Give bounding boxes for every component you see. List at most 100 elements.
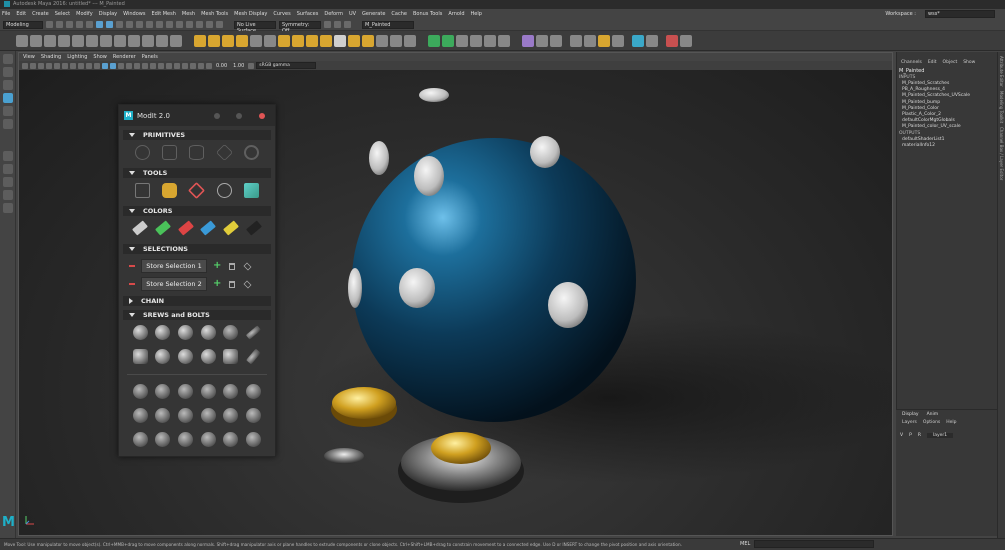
save-scene-icon[interactable] <box>66 21 73 28</box>
grid-icon[interactable] <box>54 62 60 69</box>
add-to-selection-1-icon[interactable]: + <box>213 261 221 271</box>
fastener-13-icon[interactable] <box>132 431 148 447</box>
shelf-bevel-icon[interactable] <box>306 34 318 47</box>
far-clip-value[interactable]: 1.00 <box>233 63 244 69</box>
remove-selection-2-icon[interactable] <box>129 283 135 285</box>
shelf-append-icon[interactable] <box>320 34 332 47</box>
viewport-menu-show[interactable]: Show <box>93 53 107 61</box>
history-icon[interactable] <box>186 21 193 28</box>
mirror-tool-icon[interactable] <box>188 181 206 199</box>
image-plane-icon[interactable] <box>46 62 52 69</box>
xray-components-icon[interactable] <box>206 62 212 69</box>
color-management-icon[interactable] <box>248 62 255 69</box>
sphere-icon[interactable] <box>135 144 151 160</box>
tools-section-header[interactable]: TOOLS <box>123 168 271 178</box>
color-yellow-swatch[interactable] <box>223 220 239 236</box>
symmetry-dropdown[interactable]: Symmetry: Off <box>279 20 321 34</box>
render-icon[interactable] <box>196 21 203 28</box>
mel-label[interactable]: MEL <box>740 541 750 547</box>
snap-live-icon[interactable] <box>176 21 183 28</box>
shelf-fill-hole-icon[interactable] <box>334 34 346 47</box>
menu-windows[interactable]: Windows <box>123 11 145 17</box>
shelf-uv-unfold-icon[interactable] <box>498 34 510 47</box>
shelf-poly-platonic-icon[interactable] <box>142 34 154 47</box>
film-gate-icon[interactable] <box>62 62 68 69</box>
shelf-separate-icon[interactable] <box>208 34 220 47</box>
fastener-2-icon[interactable] <box>155 383 171 399</box>
menu-select[interactable]: Select <box>55 11 70 17</box>
edit-menu[interactable]: Edit <box>928 60 937 65</box>
remove-selection-1-icon[interactable] <box>129 265 135 267</box>
shelf-poly-pipe-icon[interactable] <box>114 34 126 47</box>
shelf-poly-cone-icon[interactable] <box>58 34 70 47</box>
fastener-12-icon[interactable] <box>246 407 262 423</box>
xray-icon[interactable] <box>190 62 196 69</box>
open-scene-icon[interactable] <box>56 21 63 28</box>
menu-deform[interactable]: Deform <box>324 11 343 17</box>
bevel-tool-icon[interactable] <box>243 182 259 198</box>
select-stored-2-icon[interactable] <box>243 280 252 288</box>
duplicate-tool-icon[interactable] <box>135 182 151 198</box>
select-stored-1-icon[interactable] <box>243 262 252 270</box>
layers-menu[interactable]: Layers <box>902 420 917 425</box>
shelf-smooth-icon[interactable] <box>236 34 248 47</box>
shelf-poly-gear-icon[interactable] <box>156 34 168 47</box>
shelf-multi-cut-icon[interactable] <box>376 34 388 47</box>
fastener-16-icon[interactable] <box>200 431 216 447</box>
menu-bonus-tools[interactable]: Bonus Tools <box>413 11 442 17</box>
menu-mesh[interactable]: Mesh <box>182 11 195 17</box>
command-input[interactable] <box>754 540 875 548</box>
layer-playback-toggle[interactable]: P <box>909 433 912 438</box>
shelf-curve-script-icon[interactable] <box>536 34 548 47</box>
bolt-nut-icon[interactable] <box>223 348 239 364</box>
bolt-cap[interactable] <box>530 136 560 168</box>
modit-title-bar[interactable]: M ModIt 2.0 <box>119 105 275 126</box>
color-space-dropdown[interactable]: sRGB gamma <box>256 62 317 69</box>
bolt-tool-icon[interactable] <box>162 182 178 198</box>
gold-cap[interactable] <box>431 432 491 464</box>
menu-help[interactable]: Help <box>471 11 482 17</box>
channel-box-tab[interactable]: Channel Box / Layer Editor <box>999 127 1004 180</box>
shelf-poly-disc-icon[interactable] <box>100 34 112 47</box>
menu-display[interactable]: Display <box>99 11 117 17</box>
bolt-socket-icon[interactable] <box>200 348 216 364</box>
shelf-quad-draw-icon[interactable] <box>428 34 440 47</box>
color-black-swatch[interactable] <box>245 220 262 236</box>
tab-anim[interactable]: Anim <box>927 412 939 417</box>
near-clip-value[interactable]: 0.00 <box>216 63 227 69</box>
shelf-poly-cylinder-icon[interactable] <box>44 34 56 47</box>
shelf-poly-plane-icon[interactable] <box>86 34 98 47</box>
output-node[interactable]: materialInfo12 <box>897 143 997 149</box>
shelf-poly-torus-icon[interactable] <box>72 34 84 47</box>
chrome-nut[interactable] <box>324 448 364 464</box>
menu-mesh-display[interactable]: Mesh Display <box>234 11 267 17</box>
soft-select-icon[interactable] <box>324 21 331 28</box>
color-red-swatch[interactable] <box>177 220 194 236</box>
layer-name[interactable]: layer1 <box>926 433 954 438</box>
store-selection-2-button[interactable]: Store Selection 2 <box>141 277 207 291</box>
use-all-lights-icon[interactable] <box>134 62 140 69</box>
chain-section-header[interactable]: CHAIN <box>123 296 271 306</box>
new-scene-icon[interactable] <box>46 21 53 28</box>
shelf-connect-icon[interactable] <box>404 34 416 47</box>
selected-object-name[interactable]: M_Painted <box>897 65 997 75</box>
menu-generate[interactable]: Generate <box>362 11 385 17</box>
menu-file[interactable]: File <box>2 11 10 17</box>
select-by-object-icon[interactable] <box>106 21 113 28</box>
menu-edit-mesh[interactable]: Edit Mesh <box>151 11 175 17</box>
fastener-5-icon[interactable] <box>223 383 239 399</box>
fastener-10-icon[interactable] <box>200 407 216 423</box>
menu-modify[interactable]: Modify <box>76 11 93 17</box>
undo-icon[interactable] <box>76 21 83 28</box>
shelf-lattice-script-icon[interactable] <box>550 34 562 47</box>
shelf-hypershade-icon[interactable] <box>612 34 624 47</box>
menu-edit[interactable]: Edit <box>16 11 26 17</box>
resolution-gate-icon[interactable] <box>70 62 76 69</box>
shelf-extrude-icon[interactable] <box>278 34 290 47</box>
bookmark-icon[interactable] <box>38 62 44 69</box>
bolt-cap[interactable] <box>419 88 449 102</box>
screw-rod-icon[interactable] <box>245 324 262 340</box>
fastener-17-icon[interactable] <box>223 431 239 447</box>
screw-slot-icon[interactable] <box>132 324 148 340</box>
help-menu[interactable]: Help <box>946 420 956 425</box>
